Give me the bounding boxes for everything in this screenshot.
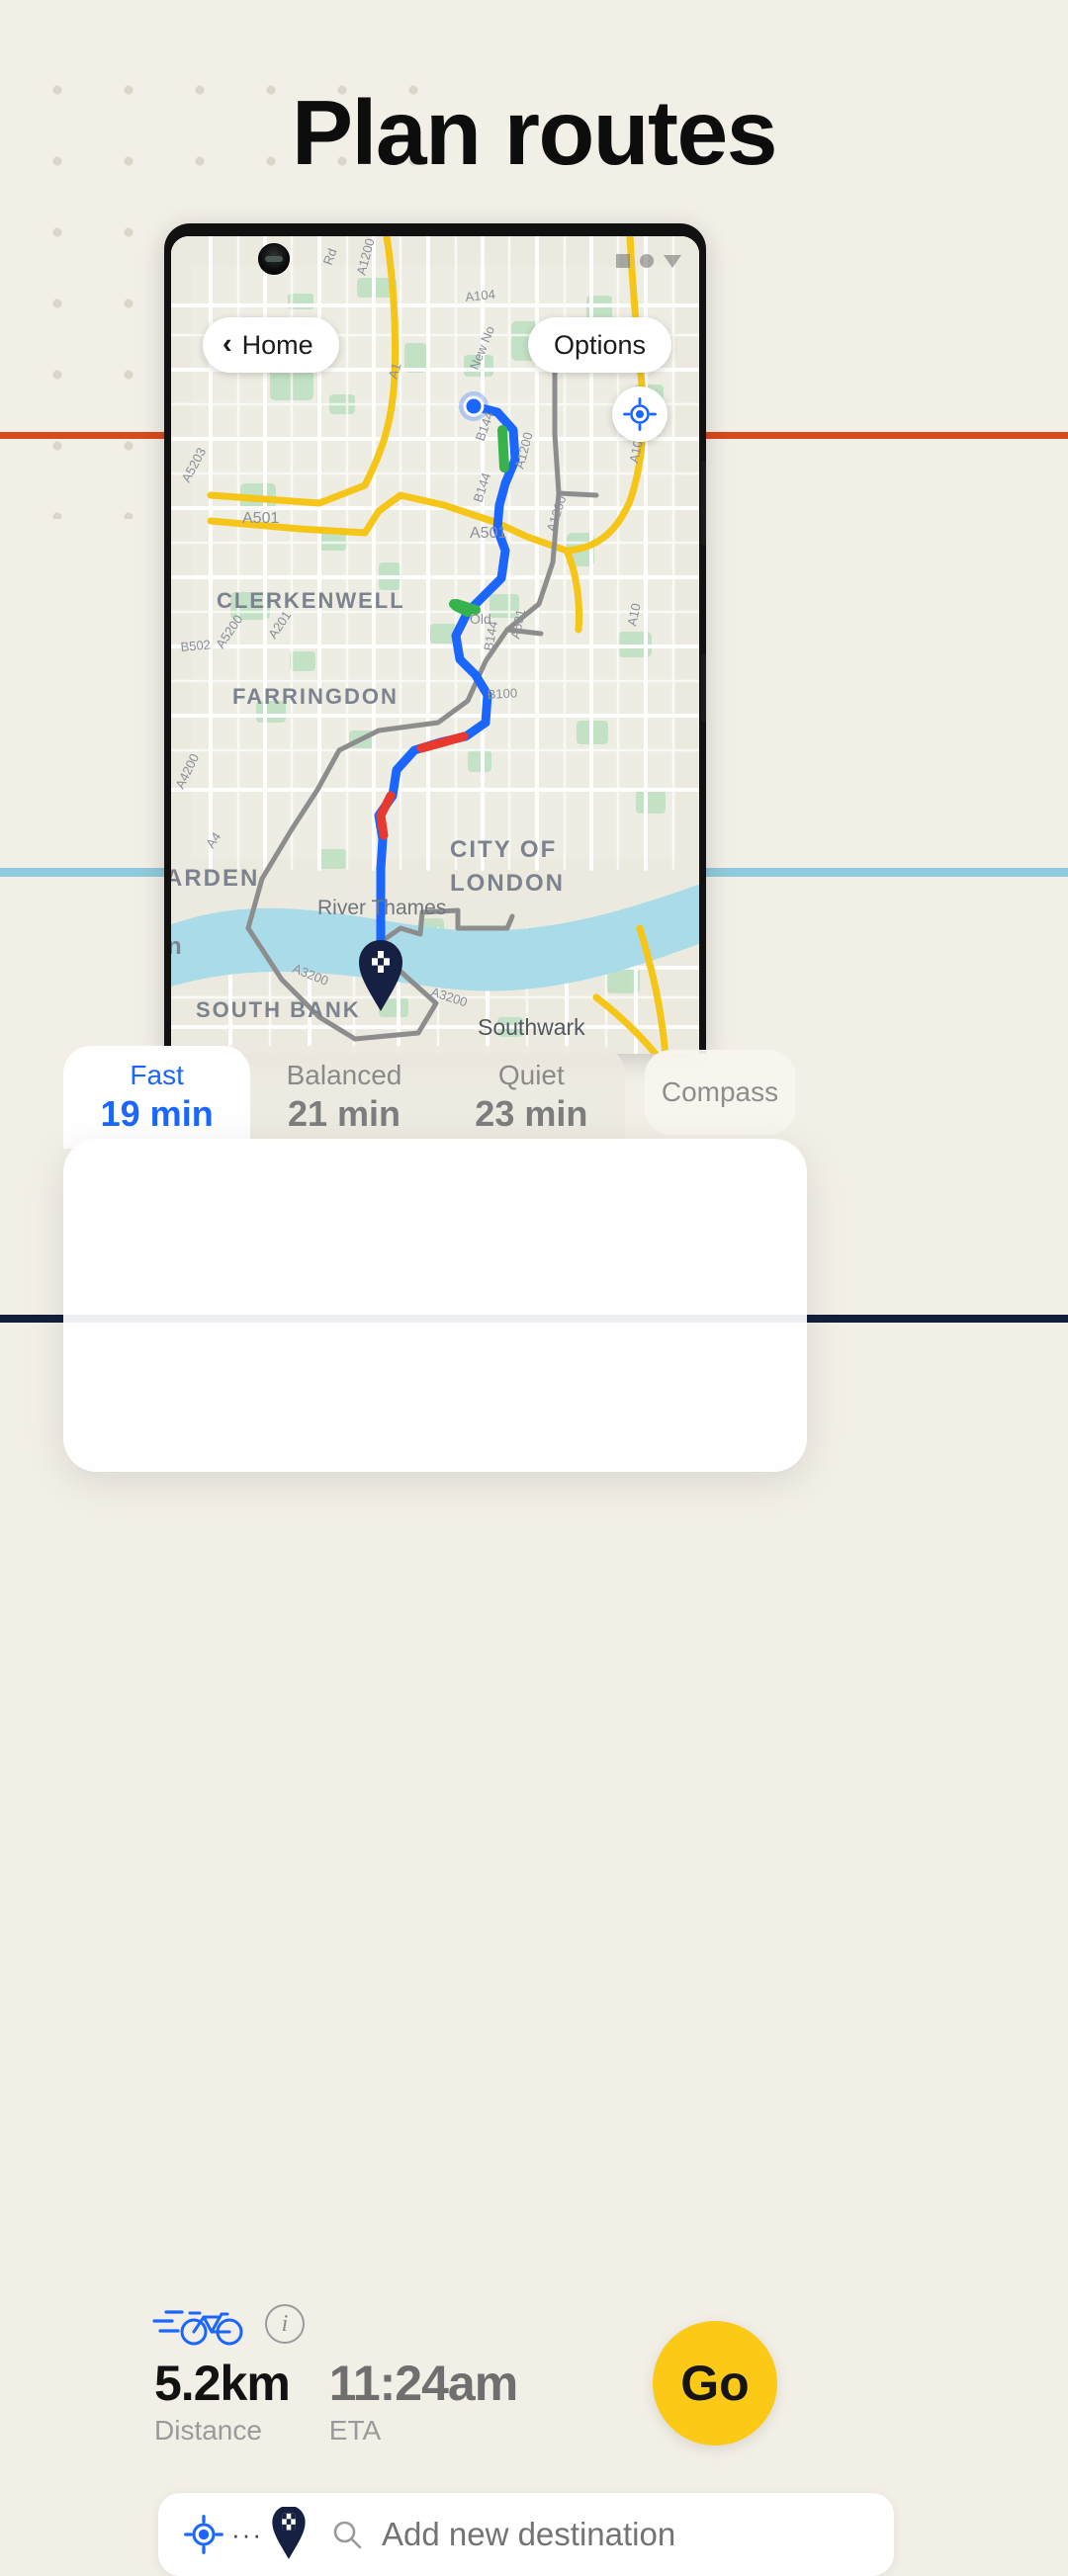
tab-quiet[interactable]: Quiet 23 min: [438, 1046, 625, 1149]
svg-text:SOUTH BANK: SOUTH BANK: [196, 997, 361, 1022]
route-dots-separator: ···: [231, 2520, 263, 2549]
phone-power-button: [701, 653, 706, 723]
phone-mockup: .rdw{stroke:#ffffff;fill:none;stroke-lin…: [164, 223, 706, 1054]
current-location-icon[interactable]: [184, 2515, 223, 2554]
svg-text:River Thames: River Thames: [317, 897, 446, 919]
phone-volume-button: [701, 461, 706, 546]
eta-value: 11:24am: [328, 2356, 518, 2411]
distance-label: Distance: [154, 2415, 262, 2446]
destination-search-placeholder: Add new destination: [381, 2516, 676, 2552]
svg-text:Old: Old: [470, 611, 491, 627]
info-circle-icon[interactable]: i: [265, 2304, 305, 2344]
tab-balanced[interactable]: Balanced 21 min: [250, 1046, 437, 1149]
status-bar: [616, 254, 681, 268]
svg-text:LONDON: LONDON: [450, 870, 565, 897]
triangle-down-icon: [664, 254, 681, 268]
go-button[interactable]: Go: [653, 2321, 777, 2446]
home-button-label: Home: [241, 329, 313, 360]
svg-text:B502: B502: [180, 637, 212, 654]
svg-text:A501: A501: [470, 525, 506, 542]
svg-text:FARRINGDON: FARRINGDON: [232, 684, 399, 709]
page-title: Plan routes: [292, 81, 777, 184]
tab-fast[interactable]: Fast 19 min: [63, 1046, 251, 1149]
eta-stat: 11:24am ETA: [328, 2356, 518, 2447]
tab-balanced-time: 21 min: [287, 1092, 401, 1134]
svg-text:n: n: [171, 933, 184, 960]
circle-icon: [640, 254, 654, 268]
compass-label: Compass: [661, 1076, 779, 1107]
square-icon: [616, 254, 630, 268]
tab-fast-label: Fast: [130, 1059, 184, 1090]
tab-balanced-label: Balanced: [286, 1059, 402, 1090]
distance-stat: 5.2km Distance: [154, 2356, 291, 2447]
route-stats: 5.2km Distance 11:24am ETA: [154, 2356, 518, 2447]
route-summary-sheet: i 5.2km Distance 11:24am ETA Go ··· Add …: [63, 1139, 894, 2576]
svg-text:A104: A104: [465, 287, 496, 304]
go-button-label: Go: [680, 2356, 750, 2411]
travel-mode-row: i: [152, 2301, 305, 2347]
destination-search-bar[interactable]: ··· Add new destination: [158, 2493, 894, 2576]
tab-quiet-time: 23 min: [475, 1092, 588, 1134]
phone-front-camera: [258, 243, 290, 275]
destination-pin-icon: [272, 2507, 306, 2559]
options-button-label: Options: [553, 329, 646, 360]
compass-chip[interactable]: Compass: [645, 1050, 795, 1135]
tab-fast-time: 19 min: [100, 1092, 214, 1134]
svg-text:Southwark: Southwark: [478, 1014, 585, 1040]
svg-text:CITY OF: CITY OF: [450, 836, 557, 863]
svg-text:CLERKENWELL: CLERKENWELL: [217, 588, 405, 613]
tab-quiet-label: Quiet: [497, 1059, 565, 1090]
svg-text:B100: B100: [487, 685, 517, 702]
locate-me-button[interactable]: [612, 386, 668, 442]
info-glyph: i: [281, 2310, 289, 2337]
route-options-tabs: Fast 19 min Balanced 21 min Quiet 23 min: [63, 1046, 625, 1149]
eta-label: ETA: [328, 2415, 382, 2446]
options-button[interactable]: Options: [527, 317, 671, 373]
svg-text:ARDEN: ARDEN: [171, 865, 259, 892]
svg-text:A501: A501: [242, 510, 279, 527]
home-back-button[interactable]: ‹ Home: [203, 317, 339, 373]
chevron-left-icon: ‹: [222, 327, 232, 360]
bicycle-icon[interactable]: [152, 2301, 247, 2347]
distance-value: 5.2km: [154, 2356, 291, 2411]
phone-screen: .rdw{stroke:#ffffff;fill:none;stroke-lin…: [171, 236, 699, 1054]
search-icon: [333, 2521, 362, 2549]
locate-crosshair-icon: [623, 397, 657, 431]
